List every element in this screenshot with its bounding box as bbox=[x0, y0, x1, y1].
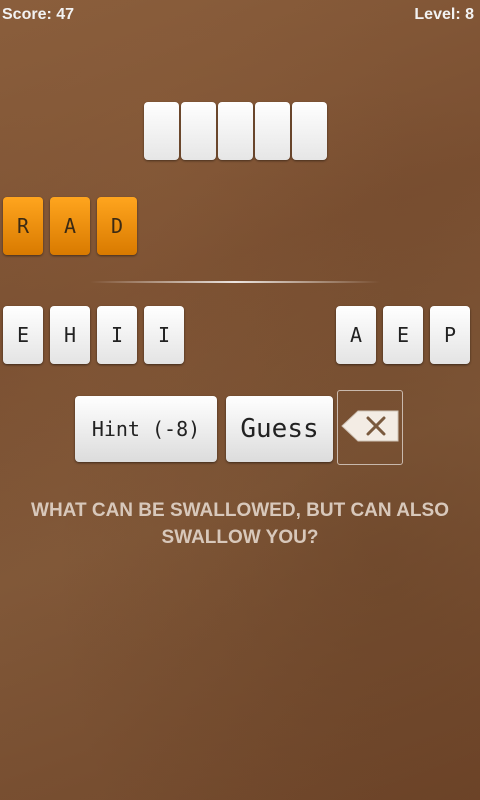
selected-letter-tile[interactable]: R bbox=[3, 197, 43, 255]
letter-pool-right: A E P bbox=[336, 306, 477, 364]
selected-letters-row: R A D bbox=[3, 197, 144, 255]
hint-button[interactable]: Hint (-8) bbox=[75, 396, 217, 462]
letter-tile[interactable]: H bbox=[50, 306, 90, 364]
backspace-icon bbox=[340, 408, 400, 448]
answer-slot[interactable] bbox=[255, 102, 290, 160]
letter-pool-left: E H I I bbox=[3, 306, 191, 364]
letter-tile[interactable]: A bbox=[336, 306, 376, 364]
answer-slot[interactable] bbox=[218, 102, 253, 160]
letter-tile[interactable]: E bbox=[383, 306, 423, 364]
letter-tile[interactable]: E bbox=[3, 306, 43, 364]
letter-tile[interactable]: I bbox=[97, 306, 137, 364]
answer-slot[interactable] bbox=[144, 102, 179, 160]
answer-slot[interactable] bbox=[292, 102, 327, 160]
selected-letter-tile[interactable]: D bbox=[97, 197, 137, 255]
score-label: Score: 47 bbox=[2, 6, 75, 23]
guess-button[interactable]: Guess bbox=[226, 396, 333, 462]
selected-letter-tile[interactable]: A bbox=[50, 197, 90, 255]
letter-tile[interactable]: I bbox=[144, 306, 184, 364]
riddle-text: WHAT CAN BE SWALLOWED, BUT CAN ALSO SWAL… bbox=[31, 500, 449, 548]
answer-slot[interactable] bbox=[181, 102, 216, 160]
answer-slots bbox=[144, 102, 329, 160]
level-label: Level: 8 bbox=[414, 6, 474, 23]
letter-tile[interactable]: P bbox=[430, 306, 470, 364]
delete-button[interactable] bbox=[337, 390, 403, 465]
divider bbox=[90, 281, 380, 283]
